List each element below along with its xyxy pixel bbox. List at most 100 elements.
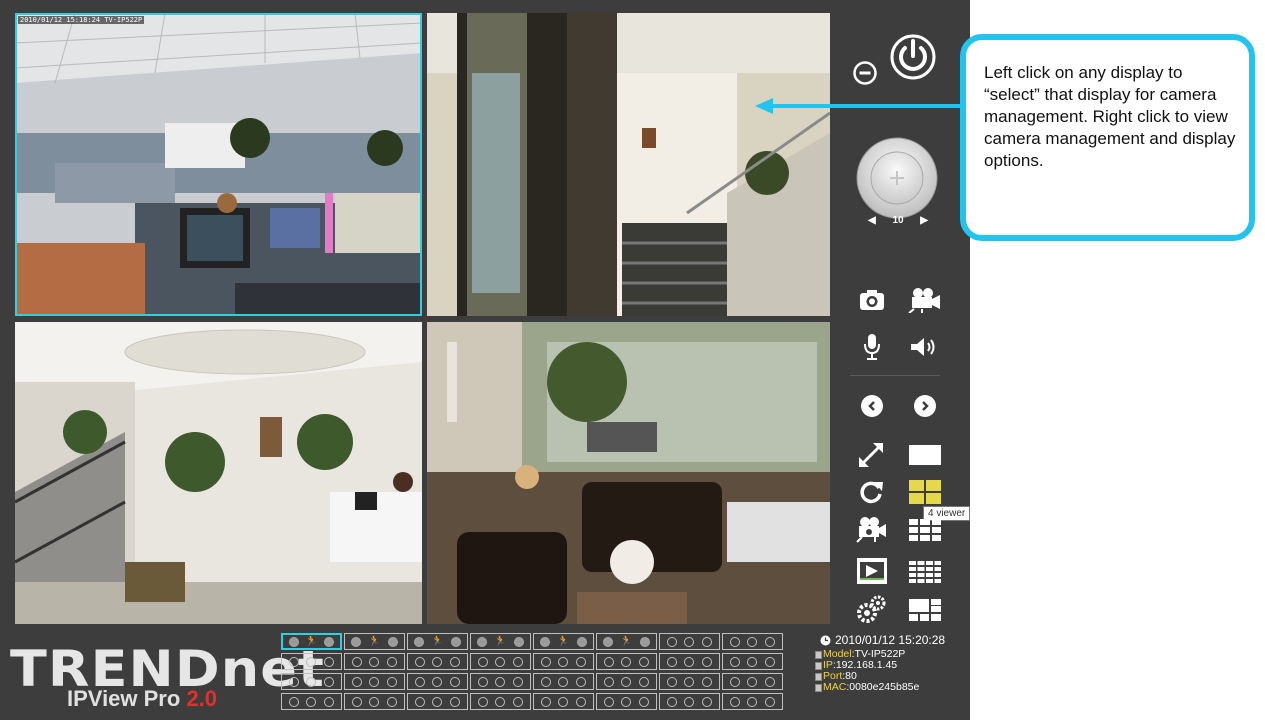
fullscreen-icon (859, 443, 883, 467)
status-dot-icon (666, 676, 677, 687)
status-dot-icon (513, 636, 524, 647)
camera-slot[interactable] (659, 673, 720, 690)
sixteen-view-button[interactable] (908, 560, 942, 584)
info-bullet-icon (815, 672, 822, 681)
status-dot-icon (684, 636, 695, 647)
status-dot-icon (288, 676, 299, 687)
power-icon (890, 34, 936, 80)
status-dot-icon (729, 696, 740, 707)
status-dot-icon (621, 676, 632, 687)
status-dot-icon (495, 676, 506, 687)
camera-slot[interactable] (722, 653, 783, 670)
power-button[interactable] (888, 32, 938, 82)
microphone-button[interactable] (860, 332, 884, 362)
status-dot-icon (323, 636, 334, 647)
camera-feed-office (15, 13, 422, 316)
clock-icon (820, 635, 831, 646)
auto-record-button[interactable] (854, 514, 888, 544)
camera-slot[interactable] (659, 633, 720, 650)
status-dot-icon (702, 696, 713, 707)
info-bullet-icon (815, 661, 822, 670)
camera-slot[interactable] (344, 653, 405, 670)
camera-slot[interactable]: 🏃 (344, 633, 405, 650)
camera-slot[interactable] (281, 653, 342, 670)
status-dot-icon (450, 696, 461, 707)
camera-slot[interactable] (596, 653, 657, 670)
camera-slot[interactable] (470, 673, 531, 690)
next-icon (914, 395, 936, 417)
mac-value: :0080e245b85e (846, 681, 920, 693)
nine-view-button[interactable] (908, 518, 942, 542)
camera-slot[interactable] (281, 673, 342, 690)
info-bullet-icon (815, 683, 822, 692)
four-view-button[interactable] (908, 479, 942, 505)
motion-icon: 🏃 (494, 635, 507, 647)
camera-slot[interactable]: 🏃 (596, 633, 657, 650)
next-button[interactable] (912, 393, 938, 419)
status-dot-icon (765, 676, 776, 687)
camera-feed-lounge (427, 322, 830, 624)
settings-button[interactable] (856, 594, 888, 624)
status-dot-icon (432, 656, 443, 667)
status-dot-icon (540, 636, 551, 647)
previous-button[interactable] (859, 393, 885, 419)
camera-slot[interactable]: 🏃 (533, 633, 594, 650)
info-bullet-icon (815, 650, 822, 659)
ptz-speed-control: ◀ 10 ▶ (868, 212, 928, 228)
camera-slot[interactable] (659, 653, 720, 670)
status-dot-icon (621, 696, 632, 707)
camera-slot[interactable] (470, 693, 531, 710)
camera-slot[interactable] (722, 633, 783, 650)
camera-slot[interactable] (533, 693, 594, 710)
refresh-button[interactable] (857, 478, 885, 506)
camera-slot[interactable] (533, 673, 594, 690)
motion-icon: 🏃 (620, 635, 633, 647)
camera-slot[interactable] (407, 673, 468, 690)
camera-slot[interactable]: 🏃 (407, 633, 468, 650)
camera-display-2[interactable] (427, 13, 830, 316)
camera-info-panel: 2010/01/12 15:20:28 Model:TV-IP522P IP:1… (815, 633, 970, 693)
camera-slot[interactable] (596, 673, 657, 690)
camera-slot[interactable] (281, 693, 342, 710)
speed-decrease-icon[interactable]: ◀ (868, 215, 876, 226)
camera-display-1[interactable]: 2010/01/12 15:18:24 TV-IP522P (15, 13, 422, 316)
camera-slot[interactable] (722, 673, 783, 690)
speed-increase-icon[interactable]: ▶ (920, 215, 928, 226)
camera-slot[interactable] (407, 653, 468, 670)
status-dot-icon (621, 656, 632, 667)
camera-slot[interactable] (659, 693, 720, 710)
camera-slot[interactable] (470, 653, 531, 670)
snapshot-camera-icon (860, 290, 884, 310)
camera-feed-hallway (427, 13, 830, 316)
status-dot-icon (351, 676, 362, 687)
fullscreen-button[interactable] (856, 440, 886, 470)
speaker-button[interactable] (908, 334, 940, 360)
status-dot-icon (747, 656, 758, 667)
camera-display-4[interactable] (427, 322, 830, 624)
status-dot-icon (324, 656, 335, 667)
camera-slot[interactable]: 🏃 (281, 633, 342, 650)
single-view-button[interactable] (908, 443, 942, 467)
datetime-value: 2010/01/12 15:20:28 (835, 633, 946, 647)
minimize-icon (853, 61, 877, 85)
status-dot-icon (684, 656, 695, 667)
status-dot-icon (540, 676, 551, 687)
status-dot-icon (603, 656, 614, 667)
camera-slot[interactable] (533, 653, 594, 670)
camera-display-3[interactable] (15, 322, 422, 624)
custom-layout-button[interactable] (908, 598, 942, 622)
camera-slot[interactable]: 🏃 (470, 633, 531, 650)
camera-slot[interactable] (344, 673, 405, 690)
minimize-button[interactable] (852, 60, 878, 86)
snapshot-button[interactable] (858, 288, 886, 312)
camera-slot[interactable] (407, 693, 468, 710)
record-video-button[interactable] (906, 286, 942, 314)
status-dot-icon (603, 676, 614, 687)
refresh-icon (860, 481, 883, 504)
playback-button[interactable] (856, 557, 888, 585)
camera-slot[interactable] (344, 693, 405, 710)
camera-slot[interactable] (722, 693, 783, 710)
camera-slot[interactable] (596, 693, 657, 710)
ptz-joystick[interactable] (856, 137, 938, 219)
status-dot-icon (306, 656, 317, 667)
